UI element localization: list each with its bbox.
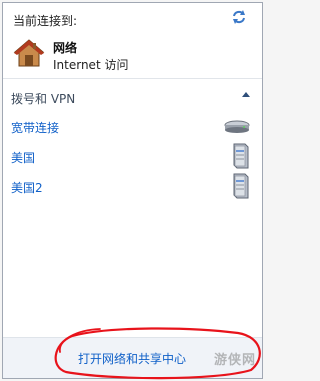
network-name: 网络: [53, 41, 78, 55]
dialup-vpn-title: 拨号和 VPN: [11, 92, 76, 106]
refresh-icon: [233, 10, 245, 24]
network-flyout-panel: 当前连接到: 网络 Internet 访问 拨号和 VPN 宽带连接 美国 美国…: [2, 2, 263, 379]
connection-label: 宽带连接: [11, 121, 60, 135]
open-network-sharing-center-link[interactable]: 打开网络和共享中心: [78, 350, 186, 367]
modem-icon: [224, 120, 250, 133]
connection-label: 美国: [11, 151, 36, 165]
flyout-footer: 打开网络和共享中心: [3, 337, 262, 378]
network-access-status: Internet 访问: [53, 58, 129, 72]
connection-item-usa[interactable]: 美国: [3, 143, 262, 171]
server-icon: [233, 143, 249, 169]
refresh-button[interactable]: [230, 8, 248, 26]
server-icon: [233, 173, 249, 199]
dialup-vpn-section-header[interactable]: 拨号和 VPN: [3, 79, 262, 113]
connection-item-usa2[interactable]: 美国2: [3, 173, 262, 201]
connected-to-label: 当前连接到:: [13, 14, 78, 28]
connection-label: 美国2: [11, 181, 43, 195]
house-icon: [13, 39, 45, 67]
chevron-up-icon[interactable]: [242, 91, 250, 99]
connection-item-broadband[interactable]: 宽带连接: [3, 113, 262, 141]
current-network: 网络 Internet 访问: [13, 37, 253, 72]
